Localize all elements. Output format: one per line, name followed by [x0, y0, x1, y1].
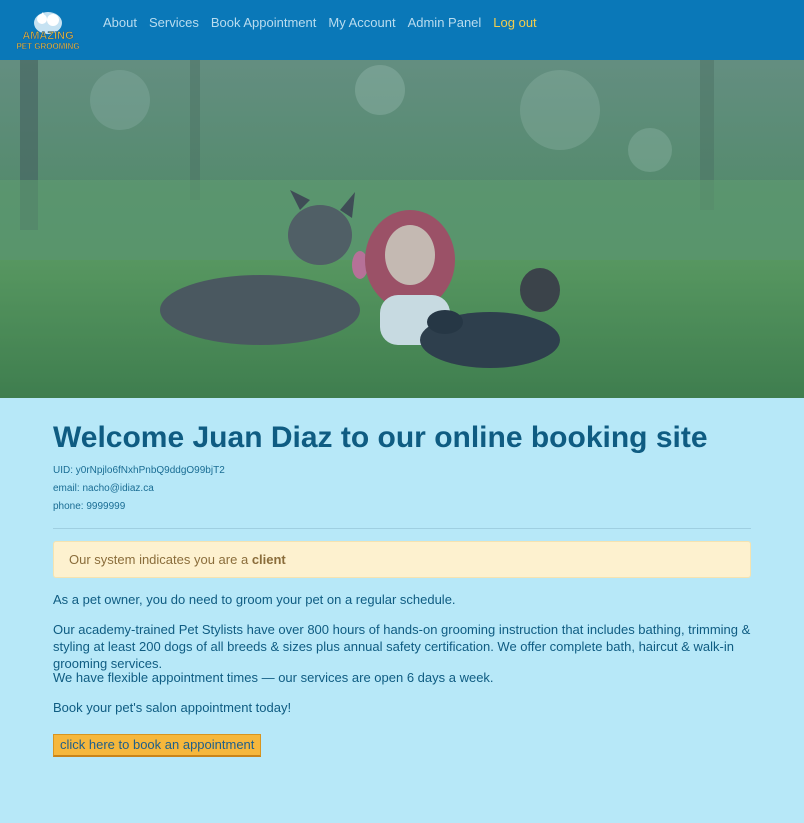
role-alert: Our system indicates you are a client: [53, 541, 751, 578]
paragraph-4: Book your pet's salon appointment today!: [53, 700, 292, 715]
alert-text: Our system indicates you are a: [69, 552, 252, 567]
alert-role: client: [251, 552, 286, 567]
nav-about[interactable]: About: [103, 15, 137, 31]
paragraph-1: As a pet owner, you do need to groom you…: [53, 592, 456, 607]
paragraph-3: We have flexible appointment times — our…: [53, 670, 494, 685]
welcome-suffix: to our online booking site: [332, 421, 708, 454]
user-phone: phone: 9999999: [53, 501, 126, 512]
logo[interactable]: AMAZING PET GROOMING: [9, 9, 87, 53]
user-name: Juan Diaz: [192, 421, 333, 454]
nav-admin-panel[interactable]: Admin Panel: [408, 15, 482, 31]
hero-photo: [0, 60, 804, 398]
page-title: Welcome Juan Diaz to our online booking …: [53, 420, 708, 456]
hero-image: [0, 60, 804, 398]
logo-line1: AMAZING: [22, 30, 73, 42]
nav-book-appointment[interactable]: Book Appointment: [211, 15, 317, 31]
book-appointment-button[interactable]: click here to book an appointment: [53, 734, 262, 757]
divider: [53, 528, 751, 529]
nav-my-account[interactable]: My Account: [328, 15, 395, 31]
user-email: email: nacho@idiaz.ca: [53, 483, 154, 494]
user-uid: UID: y0rNpjlo6fNxhPnbQ9ddgO99bjT2: [53, 465, 225, 476]
nav-log-out[interactable]: Log out: [493, 15, 536, 31]
paragraph-2: Our academy-trained Pet Stylists have ov…: [53, 622, 751, 671]
welcome-prefix: Welcome: [53, 421, 193, 454]
nav-links: About Services Book Appointment My Accou…: [103, 15, 549, 31]
nav-services[interactable]: Services: [149, 15, 199, 31]
navbar: AMAZING PET GROOMING About Services Book…: [0, 0, 804, 60]
logo-line2: PET GROOMING: [16, 42, 79, 51]
